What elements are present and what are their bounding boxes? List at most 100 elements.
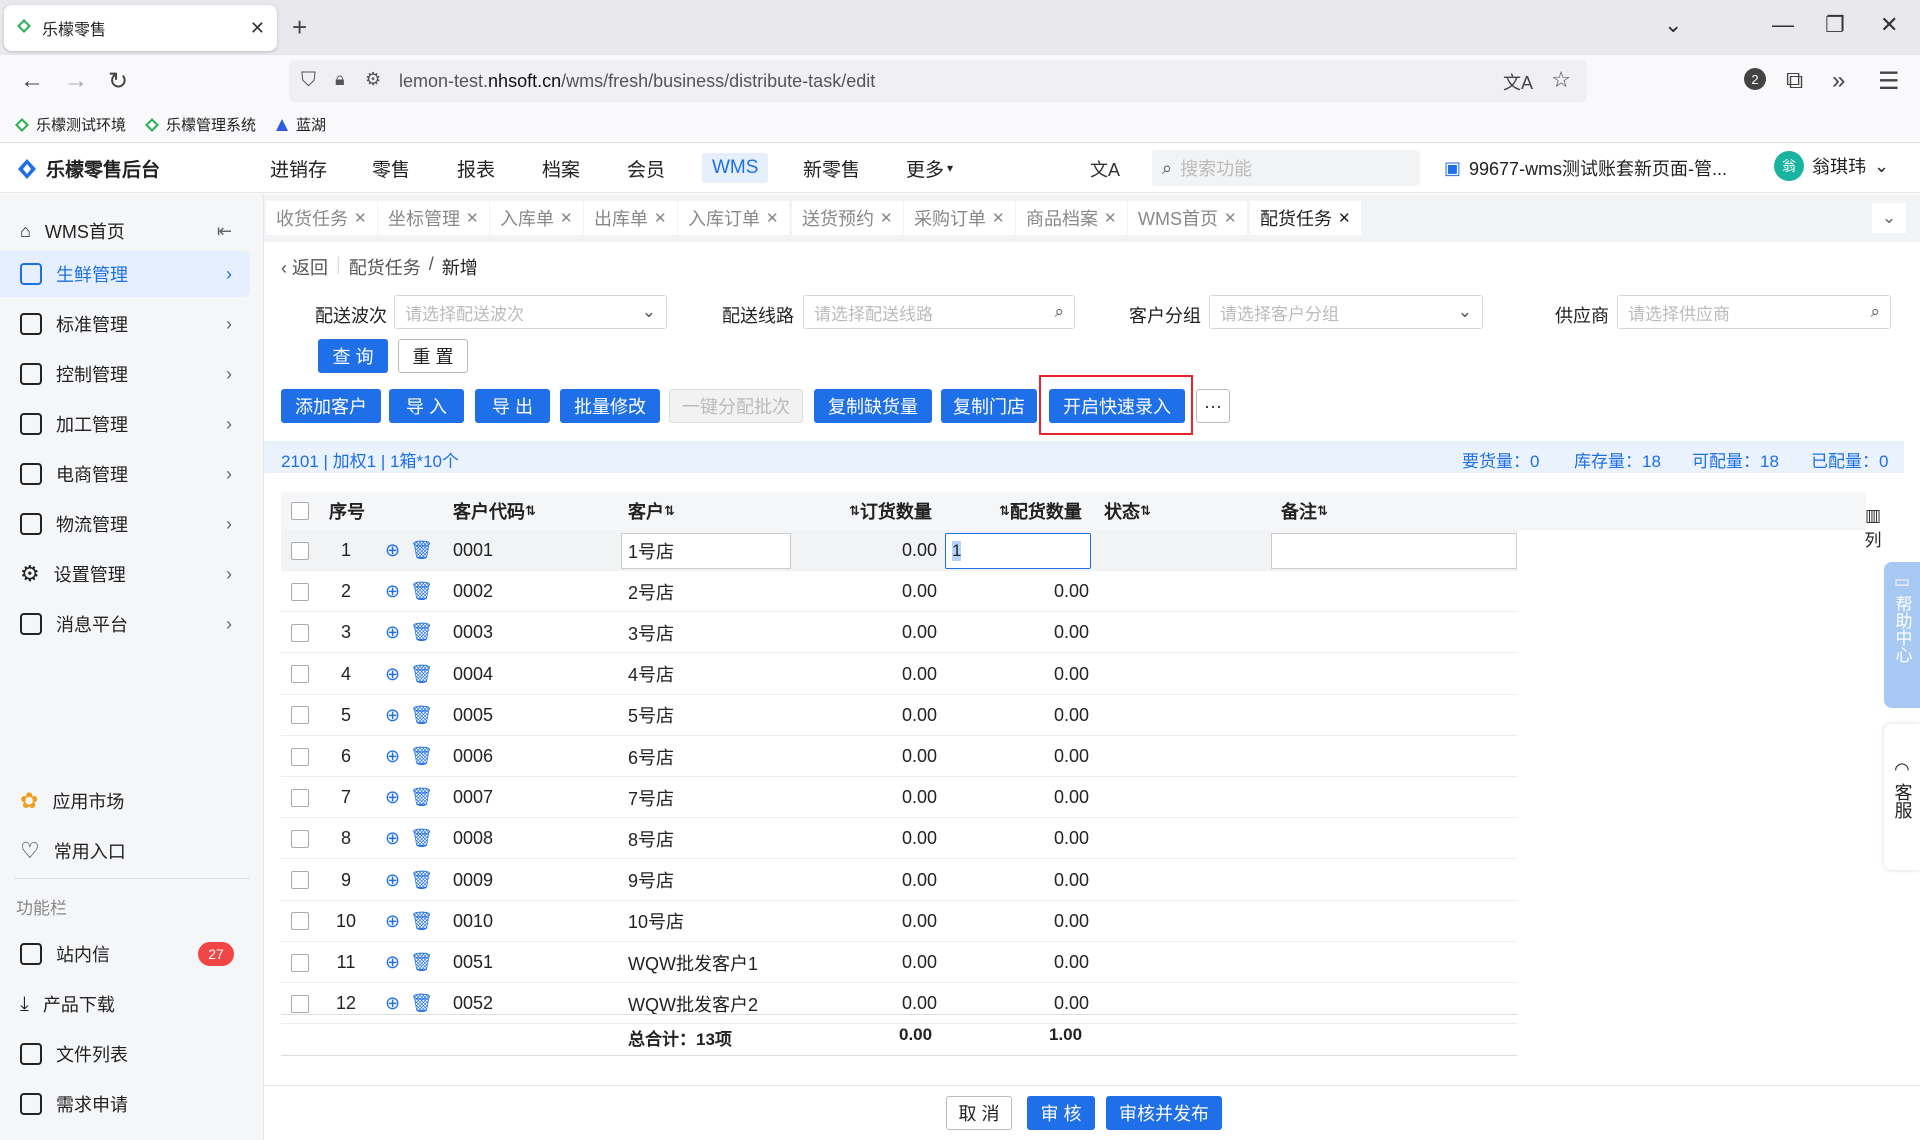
query-button[interactable]: 查 询	[318, 339, 388, 373]
account-switcher[interactable]: ▣ 99677-wms测试账套新页面-管...	[1444, 155, 1727, 181]
tabs-dropdown-icon[interactable]: ⌄	[1872, 203, 1906, 233]
header-remark[interactable]: 备注 ⇅	[1281, 492, 1328, 530]
topnav-item[interactable]: 档案	[542, 143, 580, 193]
route-input[interactable]: 请选择配送线路 ⌕	[803, 295, 1075, 329]
tab-outbound[interactable]: 出库单 ✕	[584, 201, 677, 235]
add-row-icon[interactable]: ⊕	[385, 828, 400, 849]
bookmark-star-icon[interactable]: ☆	[1551, 67, 1571, 93]
add-row-icon[interactable]: ⊕	[385, 540, 400, 561]
bookmark-item[interactable]: 蓝湖	[274, 114, 326, 135]
import-button[interactable]: 导 入	[389, 389, 464, 423]
header-customer[interactable]: 客户 ⇅	[628, 492, 675, 530]
delete-row-icon[interactable]: 🗑︎	[410, 952, 433, 973]
export-button[interactable]: 导 出	[475, 389, 550, 423]
topnav-more[interactable]: 更多 ▾	[906, 143, 953, 193]
topnav-item-wms[interactable]: WMS	[702, 143, 769, 193]
cancel-button[interactable]: 取 消	[946, 1096, 1012, 1130]
add-row-icon[interactable]: ⊕	[385, 622, 400, 643]
header-alloc-qty[interactable]: ⇅ 配货数量	[999, 492, 1082, 530]
sidebar-item-standard[interactable]: 标准管理 ›	[0, 301, 250, 347]
delete-row-icon[interactable]: 🗑︎	[410, 622, 433, 643]
row-customer[interactable]: 1号店	[628, 530, 674, 571]
sidebar-item-requests[interactable]: 需求申请	[0, 1081, 250, 1127]
topnav-item[interactable]: 零售	[372, 143, 410, 193]
delete-row-icon[interactable]: 🗑︎	[410, 993, 433, 1014]
audit-publish-button[interactable]: 审核并发布	[1106, 1096, 1222, 1130]
sidebar-item-process[interactable]: 加工管理 ›	[0, 401, 250, 447]
select-all-checkbox[interactable]	[291, 502, 309, 520]
add-row-icon[interactable]: ⊕	[385, 581, 400, 602]
tab-list-chevron-icon[interactable]: ⌄	[1664, 12, 1682, 38]
row-checkbox[interactable]	[291, 747, 309, 766]
add-row-icon[interactable]: ⊕	[385, 911, 400, 932]
topnav-item[interactable]: 报表	[457, 143, 495, 193]
supplier-input[interactable]: 请选择供应商 ⌕	[1617, 295, 1891, 329]
function-search-input[interactable]: ⌕ 搜索功能	[1152, 150, 1420, 186]
add-row-icon[interactable]: ⊕	[385, 664, 400, 685]
tab-coordinate[interactable]: 坐标管理 ✕	[378, 201, 489, 235]
sidebar-item-messages[interactable]: 消息平台 ›	[0, 601, 250, 647]
sidebar-item-settings[interactable]: ⚙ 设置管理 ›	[0, 551, 250, 597]
back-link[interactable]: ‹ 返回	[281, 254, 328, 280]
overflow-chevrons-icon[interactable]: »	[1832, 67, 1845, 95]
tab-purchase-order[interactable]: 采购订单 ✕	[904, 201, 1015, 235]
audit-button[interactable]: 审 核	[1027, 1096, 1095, 1130]
sidebar-item-favorites[interactable]: ♡ 常用入口	[0, 828, 250, 874]
header-code[interactable]: 客户代码 ⇅	[453, 492, 536, 530]
add-row-icon[interactable]: ⊕	[385, 746, 400, 767]
reload-icon[interactable]: ↻	[108, 67, 128, 96]
row-checkbox[interactable]	[291, 788, 309, 807]
breadcrumb-parent[interactable]: 配货任务	[349, 254, 421, 280]
row-checkbox[interactable]	[291, 582, 309, 601]
brand[interactable]: 乐檬零售后台	[16, 155, 160, 182]
topnav-item[interactable]: 新零售	[803, 143, 860, 193]
reset-button[interactable]: 重 置	[398, 339, 468, 373]
sidebar-item-logistics[interactable]: 物流管理 ›	[0, 501, 250, 547]
delete-row-icon[interactable]: 🗑︎	[410, 746, 433, 767]
add-row-icon[interactable]: ⊕	[385, 993, 400, 1014]
close-tab-icon[interactable]: ✕	[250, 18, 265, 39]
collapse-sidebar-icon[interactable]: ⇤	[217, 221, 232, 242]
minimize-icon[interactable]: —	[1772, 12, 1794, 38]
delete-row-icon[interactable]: 🗑︎	[410, 870, 433, 891]
delete-row-icon[interactable]: 🗑︎	[410, 664, 433, 685]
forward-arrow-icon[interactable]: →	[64, 67, 88, 95]
tab-inbound[interactable]: 入库单 ✕	[490, 201, 583, 235]
menu-icon[interactable]: ☰	[1878, 67, 1900, 96]
tab-receive-task[interactable]: 收货任务 ✕	[266, 201, 377, 235]
bookmark-item[interactable]: 乐檬测试环境	[14, 114, 126, 135]
delete-row-icon[interactable]: 🗑︎	[410, 540, 433, 561]
more-actions-button[interactable]: ···	[1196, 389, 1230, 423]
window-close-icon[interactable]: ✕	[1880, 12, 1898, 38]
copy-shortage-button[interactable]: 复制缺货量	[814, 389, 932, 423]
delete-row-icon[interactable]: 🗑︎	[410, 581, 433, 602]
row-checkbox[interactable]	[291, 623, 309, 642]
user-menu[interactable]: 翁 翁琪玮 ⌄	[1774, 151, 1889, 181]
delete-row-icon[interactable]: 🗑︎	[410, 828, 433, 849]
remark-input[interactable]	[1271, 533, 1517, 569]
row-checkbox[interactable]	[291, 541, 309, 560]
address-bar[interactable]: ⛉ 🔒︎ ⚙︎ lemon-test. nhsoft.cn/wms/fresh/b…	[289, 60, 1587, 102]
back-arrow-icon[interactable]: ←	[20, 67, 44, 95]
add-row-icon[interactable]: ⊕	[385, 870, 400, 891]
customer-service-button[interactable]: ◠ 客服	[1884, 724, 1920, 870]
row-checkbox[interactable]	[291, 871, 309, 890]
new-tab-button[interactable]: +	[292, 12, 307, 43]
add-customer-button[interactable]: 添加客户	[281, 389, 381, 423]
sidebar-item-wms-home[interactable]: ⌂ WMS首页 ⇤	[0, 208, 250, 254]
tab-product-file[interactable]: 商品档案 ✕	[1016, 201, 1127, 235]
alloc-qty-input[interactable]: 1	[945, 533, 1091, 569]
wave-select[interactable]: 请选择配送波次 ⌄	[394, 295, 667, 329]
row-checkbox[interactable]	[291, 953, 309, 972]
sidebar-item-fresh[interactable]: 生鲜管理 ›	[0, 251, 250, 297]
copy-store-button[interactable]: 复制门店	[941, 389, 1037, 423]
delete-row-icon[interactable]: 🗑︎	[410, 911, 433, 932]
topnav-item[interactable]: 会员	[627, 143, 665, 193]
restore-icon[interactable]: ❐	[1825, 12, 1845, 38]
row-checkbox[interactable]	[291, 912, 309, 931]
sidebar-item-files[interactable]: 文件列表	[0, 1031, 250, 1077]
delete-row-icon[interactable]: 🗑︎	[410, 705, 433, 726]
sidebar-item-app-market[interactable]: ✿ 应用市场	[0, 778, 250, 824]
sidebar-item-control[interactable]: 控制管理 ›	[0, 351, 250, 397]
page-settings-icon[interactable]: ⚙︎	[365, 69, 381, 90]
